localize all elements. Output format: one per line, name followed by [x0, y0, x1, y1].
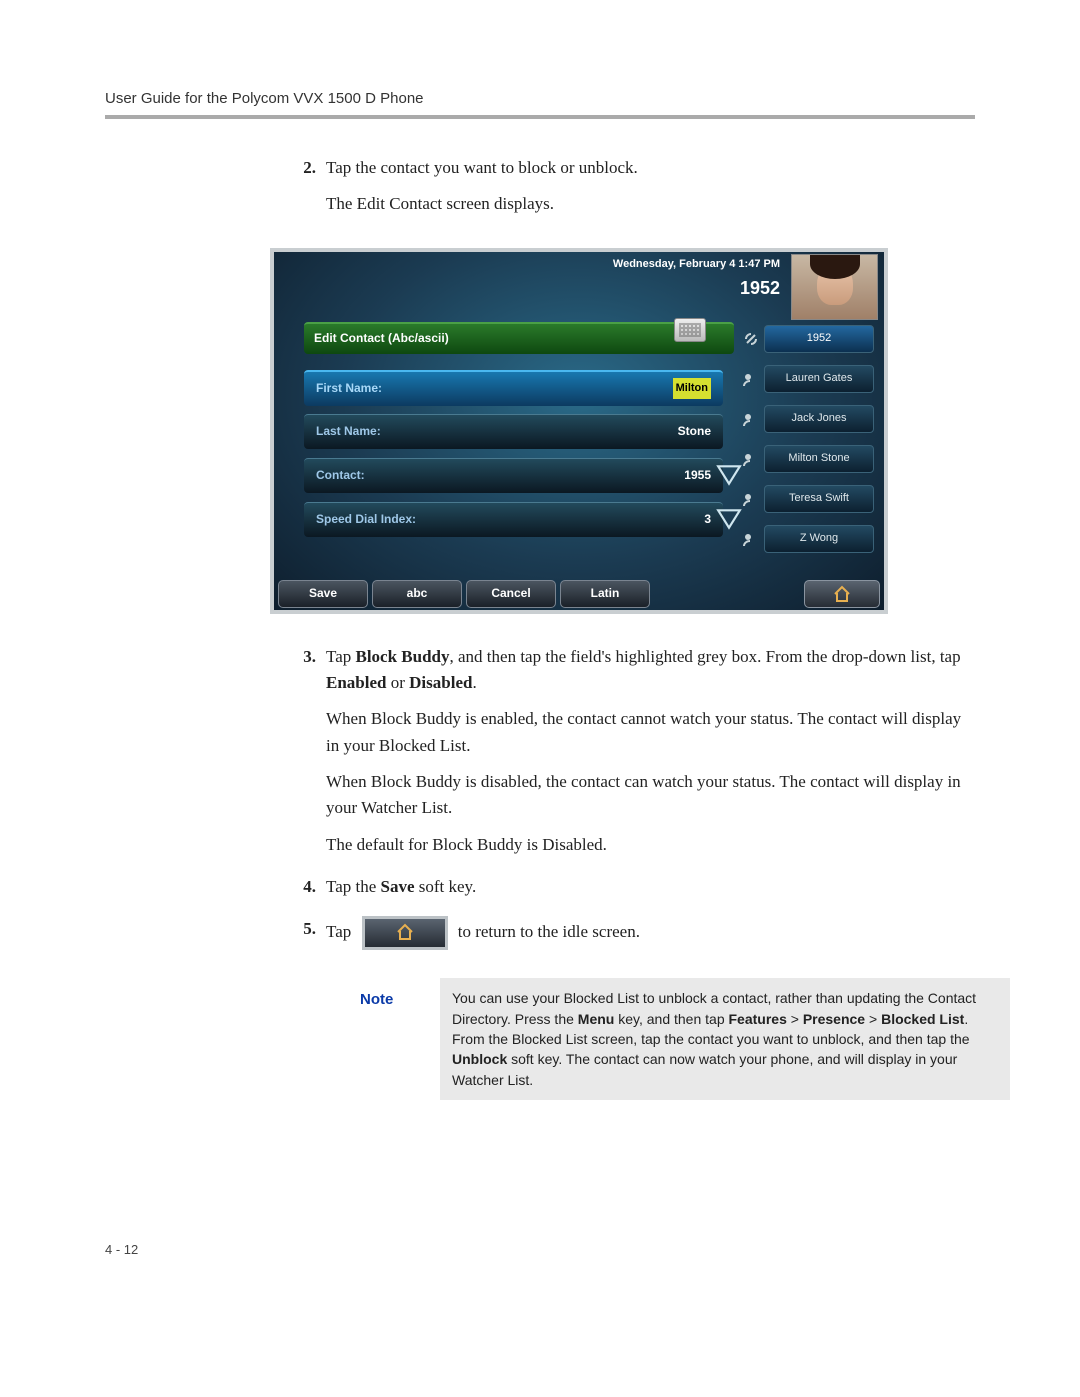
field-last-name[interactable]: Last Name: Stone	[304, 414, 723, 449]
cancel-button[interactable]: Cancel	[466, 580, 556, 608]
latin-button[interactable]: Latin	[560, 580, 650, 608]
party-zwong-label: Z Wong	[764, 525, 874, 553]
avatar	[791, 254, 878, 320]
step-5-num: 5.	[290, 916, 316, 960]
party-jack[interactable]: Jack Jones	[764, 404, 876, 434]
party-jack-label: Jack Jones	[764, 405, 874, 433]
last-name-label: Last Name:	[316, 422, 381, 441]
contact-drilldown-icon[interactable]	[714, 462, 744, 488]
home-icon	[396, 923, 414, 941]
step-4: 4. Tap the Save soft key.	[290, 874, 975, 910]
field-first-name[interactable]: First Name: Milton	[304, 370, 723, 406]
step-3: 3. Tap Block Buddy, and then tap the fie…	[290, 644, 975, 868]
party-milton[interactable]: Milton Stone	[764, 444, 876, 474]
keyboard-icon[interactable]	[674, 318, 706, 342]
speed-dial-value: 3	[704, 510, 711, 529]
contact-label: Contact:	[316, 466, 365, 485]
speed-dial-label: Speed Dial Index:	[316, 510, 416, 529]
party-zwong[interactable]: Z Wong	[764, 524, 876, 554]
save-button[interactable]: Save	[278, 580, 368, 608]
phone-datetime: Wednesday, February 4 1:47 PM	[613, 256, 780, 273]
header-rule	[105, 115, 975, 119]
step-4-line1: Tap the Save soft key.	[326, 874, 975, 900]
step-2-line1: Tap the contact you want to block or unb…	[326, 155, 975, 181]
party-lauren-label: Lauren Gates	[764, 365, 874, 393]
page-number: 4 - 12	[105, 1242, 138, 1257]
home-button[interactable]	[804, 580, 880, 608]
presence-icon	[742, 530, 760, 548]
home-icon	[833, 585, 851, 603]
party-self-label: 1952	[764, 325, 874, 353]
screen-title: Edit Contact (Abc/ascii)	[304, 322, 734, 354]
step-4-num: 4.	[290, 874, 316, 910]
last-name-value: Stone	[678, 422, 711, 441]
party-teresa-label: Teresa Swift	[764, 485, 874, 513]
first-name-value: Milton	[673, 378, 711, 399]
speed-dial-drilldown-icon[interactable]	[714, 506, 744, 532]
step-3-line3: When Block Buddy is disabled, the contac…	[326, 769, 975, 822]
party-milton-label: Milton Stone	[764, 445, 874, 473]
step-2-line2: The Edit Contact screen displays.	[326, 191, 975, 217]
step-5-line1: Tap to return to the idle screen.	[326, 916, 975, 950]
party-self[interactable]: 1952	[764, 324, 876, 354]
step-2-num: 2.	[290, 155, 316, 228]
step-3-line4: The default for Block Buddy is Disabled.	[326, 832, 975, 858]
first-name-label: First Name:	[316, 379, 382, 398]
step-2: 2. Tap the contact you want to block or …	[290, 155, 975, 228]
step-3-num: 3.	[290, 644, 316, 868]
screen-title-text: Edit Contact (Abc/ascii)	[314, 329, 449, 348]
presence-icon	[742, 490, 760, 508]
field-contact[interactable]: Contact: 1955	[304, 458, 723, 493]
party-lauren[interactable]: Lauren Gates	[764, 364, 876, 394]
note-body: You can use your Blocked List to unblock…	[440, 978, 1010, 1099]
phone-screenshot: Wednesday, February 4 1:47 PM 1952 Edit …	[270, 248, 975, 614]
presence-icon	[742, 450, 760, 468]
step-3-line1: Tap Block Buddy, and then tap the field'…	[326, 644, 975, 697]
link-icon	[742, 330, 760, 348]
phone-extension: 1952	[613, 275, 780, 303]
party-teresa[interactable]: Teresa Swift	[764, 484, 876, 514]
note-label: Note	[360, 978, 440, 1099]
page-header: User Guide for the Polycom VVX 1500 D Ph…	[105, 90, 975, 107]
step-3-line2: When Block Buddy is enabled, the contact…	[326, 706, 975, 759]
abc-button[interactable]: abc	[372, 580, 462, 608]
softkey-bar: Save abc Cancel Latin	[274, 580, 884, 610]
presence-icon	[742, 370, 760, 388]
contact-value: 1955	[684, 466, 711, 485]
home-button-inline	[362, 916, 448, 950]
note-box: Note You can use your Blocked List to un…	[360, 978, 1010, 1099]
step-5: 5. Tap to return to the idle screen.	[290, 916, 975, 960]
field-speed-dial[interactable]: Speed Dial Index: 3	[304, 502, 723, 537]
presence-icon	[742, 410, 760, 428]
